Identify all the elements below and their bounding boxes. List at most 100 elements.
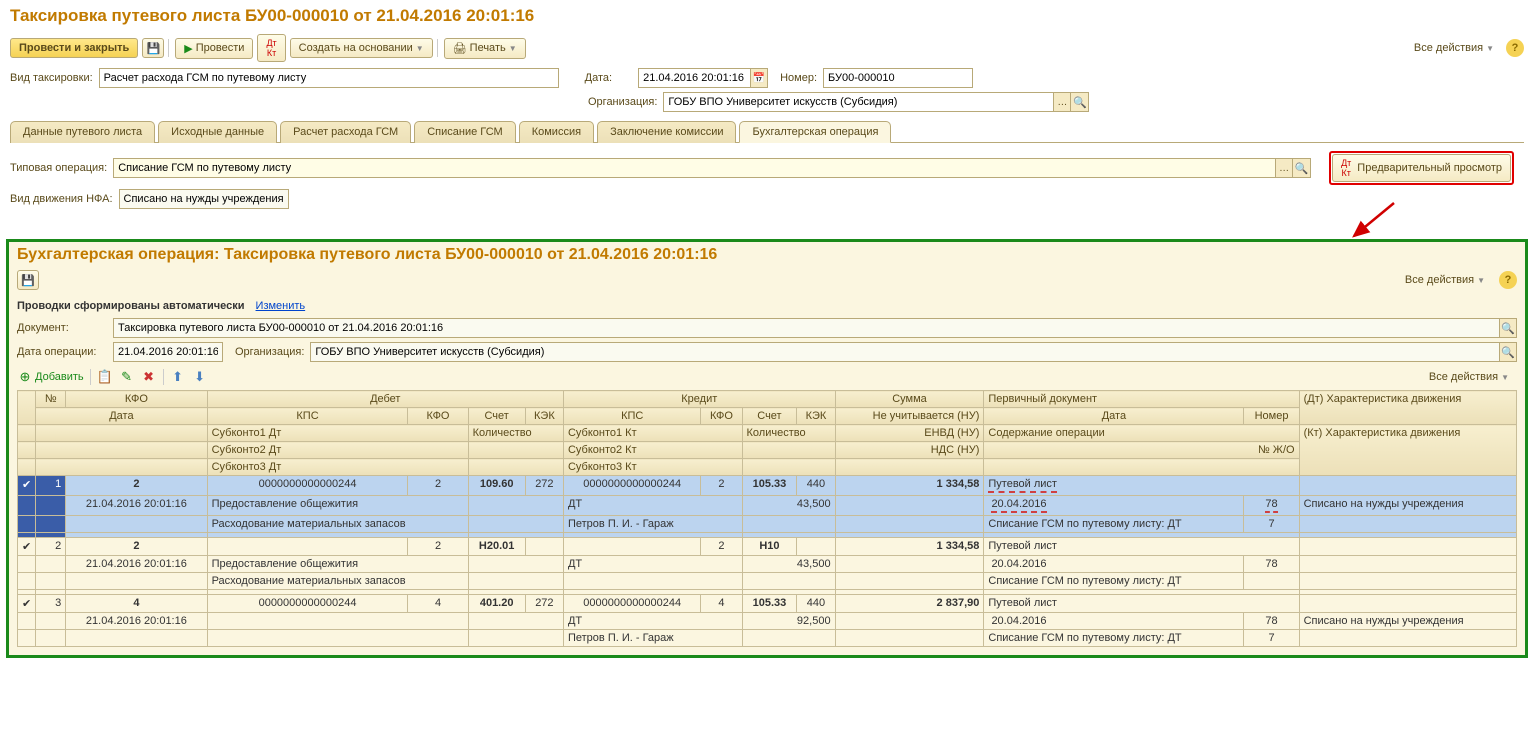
add-row-button[interactable]: ⊕Добавить	[17, 369, 84, 385]
dtkt-icon: ДтКт	[266, 38, 276, 58]
chevron-down-icon: ▼	[1477, 276, 1485, 285]
copy-icon[interactable]: 📋	[97, 369, 113, 385]
panel-save-button[interactable]: 💾	[17, 270, 39, 290]
col-sum: Сумма	[835, 391, 984, 408]
col-debit: Дебет	[207, 391, 563, 408]
tab-commission-conclusion[interactable]: Заключение комиссии	[597, 121, 736, 143]
chevron-down-icon: ▼	[1501, 373, 1509, 382]
col-sub2kt: Субконто2 Кт	[563, 442, 742, 459]
table-row[interactable]: 21.04.2016 20:01:16 Предоставление общеж…	[18, 556, 1517, 573]
org-label: Организация:	[588, 96, 657, 108]
chevron-down-icon: ▼	[509, 44, 517, 53]
main-toolbar: Провести и закрыть 💾 ▶Провести ДтКт Созд…	[0, 30, 1534, 66]
table-row[interactable]: ✔ 1 2 0000000000000244 2 109.60 272 0000…	[18, 476, 1517, 496]
magnifier-icon[interactable]: 🔍	[1071, 92, 1089, 112]
typical-op-input[interactable]	[113, 158, 1275, 178]
col-primary-doc: Первичный документ	[984, 391, 1299, 408]
select-icon[interactable]: …	[1053, 92, 1071, 112]
col-sub3kt: Субконто3 Кт	[563, 459, 742, 476]
table-row[interactable]: 21.04.2016 20:01:16 ДТ 92,500 20.04.2016…	[18, 613, 1517, 630]
grid-toolbar: ⊕Добавить 📋 ✎ ✖ ⬆ ⬇ Все действия▼	[9, 364, 1525, 390]
printer-icon: 🖨	[453, 42, 467, 55]
doc-input[interactable]	[113, 318, 1499, 338]
col-qty-kt: Количество	[742, 425, 835, 442]
table-row[interactable]: Расходование материальных запасов Петров…	[18, 516, 1517, 533]
create-based-button[interactable]: Создать на основании▼	[290, 38, 433, 58]
nfa-input[interactable]	[119, 189, 289, 209]
panel-all-actions-button[interactable]: Все действия▼	[1397, 271, 1493, 289]
arrow-annotation	[10, 211, 1524, 229]
panel-org-input[interactable]	[310, 342, 1499, 362]
delete-icon[interactable]: ✖	[141, 369, 157, 385]
tabs: Данные путевого листа Исходные данные Ра…	[10, 120, 1524, 143]
col-num: №	[36, 391, 66, 408]
move-up-icon[interactable]: ⬆	[170, 369, 186, 385]
col-sub2dt: Субконто2 Дт	[207, 442, 468, 459]
tab-accounting-operation[interactable]: Бухгалтерская операция	[739, 121, 891, 143]
help-icon[interactable]: ?	[1499, 271, 1517, 289]
change-link[interactable]: Изменить	[256, 300, 306, 312]
auto-generated-line: Проводки сформированы автоматически Изме…	[17, 296, 1517, 316]
date-input[interactable]	[638, 68, 750, 88]
col-kfo-dt: КФО	[408, 408, 468, 425]
col-acc-kt: Счет	[742, 408, 797, 425]
col-jo: № Ж/О	[984, 442, 1299, 459]
table-row[interactable]: ✔ 2 2 2 Н20.01 2 Н10 1 334,58 Путевой ли…	[18, 538, 1517, 556]
number-input[interactable]	[823, 68, 973, 88]
col-kps-kt: КПС	[563, 408, 700, 425]
move-down-icon[interactable]: ⬇	[192, 369, 208, 385]
col-date: Дата	[36, 408, 207, 425]
col-pnum: Номер	[1244, 408, 1299, 425]
preview-button-highlight: ДтКт Предварительный просмотр	[1329, 151, 1514, 185]
table-row[interactable]: Петров П. И. - Гараж Списание ГСМ по пут…	[18, 630, 1517, 647]
col-sub1kt: Субконто1 Кт	[563, 425, 742, 442]
table-row[interactable]: 21.04.2016 20:01:16 Предоставление общеж…	[18, 496, 1517, 516]
col-nds: НДС (НУ)	[835, 442, 984, 459]
post-close-button[interactable]: Провести и закрыть	[10, 38, 138, 58]
col-content: Содержание операции	[984, 425, 1299, 442]
magnifier-icon[interactable]: 🔍	[1293, 158, 1311, 178]
print-button[interactable]: 🖨Печать▼	[444, 38, 526, 59]
save-icon-button[interactable]: 💾	[142, 38, 164, 58]
col-pdate: Дата	[984, 408, 1244, 425]
calendar-icon[interactable]: 📅	[750, 68, 768, 88]
page-title: Таксировка путевого листа БУ00-000010 от…	[0, 0, 1534, 30]
plus-icon: ⊕	[17, 369, 33, 385]
help-icon[interactable]: ?	[1506, 39, 1524, 57]
table-row[interactable]: Расходование материальных запасов Списан…	[18, 573, 1517, 590]
col-credit: Кредит	[563, 391, 835, 408]
preview-button[interactable]: ДтКт Предварительный просмотр	[1332, 154, 1511, 182]
tax-type-label: Вид таксировки:	[10, 72, 93, 84]
date-label: Дата:	[585, 72, 612, 84]
table-row[interactable]: ✔ 3 4 0000000000000244 4 401.20 272 0000…	[18, 595, 1517, 613]
chevron-down-icon: ▼	[1486, 44, 1494, 53]
entries-grid[interactable]: № КФО Дебет Кредит Сумма Первичный докум…	[17, 390, 1517, 647]
col-not-acc: Не учитывается (НУ)	[835, 408, 984, 425]
magnifier-icon[interactable]: 🔍	[1499, 342, 1517, 362]
col-acc-dt: Счет	[468, 408, 525, 425]
select-icon[interactable]: …	[1275, 158, 1293, 178]
col-kt-char: (Кт) Характеристика движения	[1299, 425, 1516, 476]
post-icon: ▶	[184, 42, 192, 55]
col-sub1dt: Субконто1 Дт	[207, 425, 468, 442]
tab-waybill-data[interactable]: Данные путевого листа	[10, 121, 155, 143]
tab-commission[interactable]: Комиссия	[519, 121, 594, 143]
grid-all-actions-button[interactable]: Все действия▼	[1421, 368, 1517, 386]
typical-op-label: Типовая операция:	[10, 162, 107, 174]
dtkt-icon: ДтКт	[1341, 158, 1351, 178]
magnifier-icon[interactable]: 🔍	[1499, 318, 1517, 338]
org-input[interactable]	[663, 92, 1053, 112]
tab-fuel-writeoff[interactable]: Списание ГСМ	[414, 121, 516, 143]
nfa-label: Вид движения НФА:	[10, 193, 113, 205]
all-actions-button[interactable]: Все действия▼	[1406, 39, 1502, 57]
col-kps-dt: КПС	[207, 408, 408, 425]
col-qty-dt: Количество	[468, 425, 563, 442]
tab-fuel-calc[interactable]: Расчет расхода ГСМ	[280, 121, 411, 143]
edit-icon[interactable]: ✎	[119, 369, 135, 385]
tax-type-input[interactable]	[99, 68, 559, 88]
col-kfo: КФО	[66, 391, 207, 408]
post-button[interactable]: ▶Провести	[175, 38, 253, 59]
dtkt-button[interactable]: ДтКт	[257, 34, 285, 62]
tab-source-data[interactable]: Исходные данные	[158, 121, 277, 143]
opdate-input[interactable]	[113, 342, 223, 362]
